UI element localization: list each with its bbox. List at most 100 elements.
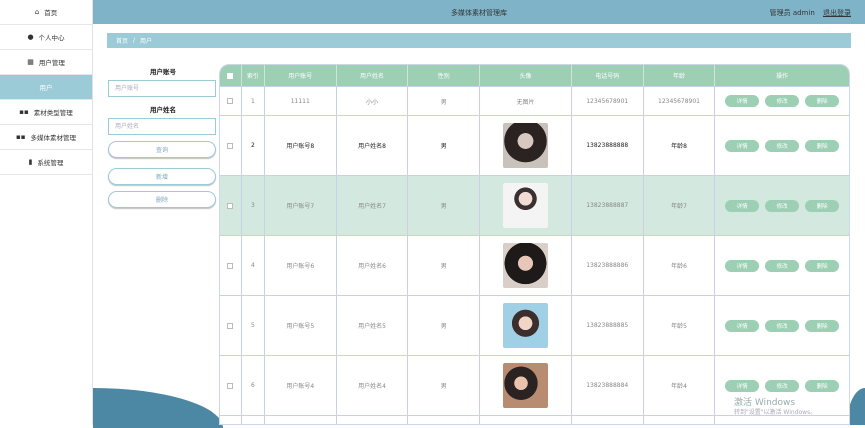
delete-button[interactable]: 删除 xyxy=(805,199,840,212)
detail-button[interactable]: 详情 xyxy=(725,95,760,107)
row-select-cell xyxy=(220,356,242,415)
cell-phone: 13823888887 xyxy=(572,176,644,235)
header-age: 年龄 xyxy=(644,65,716,86)
cell-index: 4 xyxy=(242,236,265,295)
cell-phone: 13823888885 xyxy=(572,296,644,355)
row-checkbox[interactable] xyxy=(227,382,234,389)
cell-index xyxy=(242,416,265,424)
cell-account: 用户账号7 xyxy=(265,176,337,235)
cell-age: 年龄6 xyxy=(644,236,716,295)
sidebar-item-user-management[interactable]: ▦ 用户管理 xyxy=(0,50,92,75)
name-label: 用户姓名 xyxy=(150,106,176,114)
cell-account xyxy=(265,416,337,424)
header-name: 用户姓名 xyxy=(337,65,409,86)
table-row: 3 用户账号7 用户姓名7 男 13823888887 年龄7 详情 修改 删除 xyxy=(220,175,849,235)
cell-actions xyxy=(715,416,849,424)
cell-name: 用户姓名4 xyxy=(337,356,409,415)
sidebar-item-home[interactable]: ⌂ 首页 xyxy=(0,0,92,25)
breadcrumb-separator: / xyxy=(133,37,136,44)
sidebar-item-media-materials[interactable]: ▪▪ 多媒体素材管理 xyxy=(0,125,92,150)
sidebar-item-system[interactable]: ▮ 系统管理 xyxy=(0,150,92,175)
detail-button[interactable]: 详情 xyxy=(725,379,760,392)
sidebar-item-label: 首页 xyxy=(44,9,58,17)
cell-actions: 详情 修改 删除 xyxy=(715,87,849,115)
edit-button[interactable]: 修改 xyxy=(765,319,800,332)
row-select-cell xyxy=(220,416,242,424)
query-button[interactable]: 查询 xyxy=(108,141,216,158)
edit-button[interactable]: 修改 xyxy=(765,199,800,212)
sidebar-item-users[interactable]: 用户 xyxy=(0,75,92,100)
account-label: 用户账号 xyxy=(150,68,176,76)
cell-index: 2 xyxy=(242,116,265,175)
header-index: 索引 xyxy=(242,65,265,86)
row-checkbox[interactable] xyxy=(227,98,234,104)
breadcrumb: 首页 / 用户 xyxy=(107,33,851,48)
row-select-cell xyxy=(220,296,242,355)
row-checkbox[interactable] xyxy=(227,202,234,209)
cell-actions: 详情 修改 删除 xyxy=(715,236,849,295)
cell-account: 用户账号6 xyxy=(265,236,337,295)
cell-name: 小小 xyxy=(337,87,409,115)
delete-button[interactable]: 删除 xyxy=(805,139,840,152)
cell-phone: 13823888888 xyxy=(572,116,644,175)
cell-avatar xyxy=(480,116,572,175)
add-button[interactable]: 新增 xyxy=(108,168,216,185)
table-row: 4 用户账号6 用户姓名6 男 13823888886 年龄6 详情 修改 删除 xyxy=(220,235,849,295)
user-icon: ● xyxy=(27,33,34,41)
sidebar: ⌂ 首页 ● 个人中心 ▦ 用户管理 用户 ▪▪ 素材类型管理 ▪▪ 多媒体素材… xyxy=(0,0,93,425)
header: 多媒体素材管理库 管理员 admin 退出登录 xyxy=(93,0,865,24)
cell-avatar xyxy=(480,176,572,235)
row-checkbox[interactable] xyxy=(227,262,234,269)
row-checkbox[interactable] xyxy=(227,142,234,149)
search-panel: 用户账号 用户姓名 查询 新增 删除 xyxy=(108,66,218,208)
cell-gender: 男 xyxy=(408,116,481,175)
sidebar-item-label: 个人中心 xyxy=(38,34,65,42)
account-search-input[interactable] xyxy=(108,80,216,97)
avatar xyxy=(503,183,548,228)
sidebar-item-profile[interactable]: ● 个人中心 xyxy=(0,25,92,50)
cell-gender: 男 xyxy=(408,296,481,355)
cell-gender: 男 xyxy=(408,236,481,295)
cell-index: 1 xyxy=(242,87,265,115)
sidebar-item-label: 多媒体素材管理 xyxy=(30,134,77,142)
cell-actions: 详情 修改 删除 xyxy=(715,296,849,355)
sidebar-item-material-types[interactable]: ▪▪ 素材类型管理 xyxy=(0,100,92,125)
sidebar-item-label: 系统管理 xyxy=(37,159,64,167)
header-phone: 电话号码 xyxy=(572,65,644,86)
delete-selected-button[interactable]: 删除 xyxy=(108,191,216,208)
cell-avatar: 无图片 xyxy=(480,87,572,115)
cell-account: 用户账号5 xyxy=(265,296,337,355)
detail-button[interactable]: 详情 xyxy=(725,199,760,212)
grid-icon: ▦ xyxy=(27,58,34,66)
cell-age xyxy=(644,416,716,424)
edit-button[interactable]: 修改 xyxy=(765,379,800,392)
row-checkbox[interactable] xyxy=(227,322,234,329)
cell-age: 12345678901 xyxy=(644,87,716,115)
delete-button[interactable]: 删除 xyxy=(805,379,840,392)
detail-button[interactable]: 详情 xyxy=(725,139,760,152)
cell-age: 年龄4 xyxy=(644,356,716,415)
select-all-checkbox[interactable] xyxy=(227,72,234,79)
logout-link[interactable]: 退出登录 xyxy=(823,9,851,17)
header-actions: 操作 xyxy=(776,73,789,80)
table-row: 1 11111 小小 男 无图片 12345678901 12345678901… xyxy=(220,86,849,115)
avatar xyxy=(503,363,548,408)
detail-button[interactable]: 详情 xyxy=(725,259,760,272)
header-account: 用户账号 xyxy=(265,65,337,86)
delete-button[interactable]: 删除 xyxy=(805,319,840,332)
cell-name: 用户姓名6 xyxy=(337,236,409,295)
cell-name: 用户姓名8 xyxy=(337,116,409,175)
cell-phone: 12345678901 xyxy=(572,87,644,115)
cell-name xyxy=(337,416,409,424)
delete-button[interactable]: 删除 xyxy=(805,259,840,272)
edit-button[interactable]: 修改 xyxy=(765,139,800,152)
name-search-input[interactable] xyxy=(108,118,216,135)
windows-activation-subtext: 转到"设置"以激活 Windows。 xyxy=(734,409,817,416)
table-row xyxy=(220,415,849,424)
cell-name: 用户姓名5 xyxy=(337,296,409,355)
edit-button[interactable]: 修改 xyxy=(765,259,800,272)
delete-button[interactable]: 删除 xyxy=(805,95,840,107)
edit-button[interactable]: 修改 xyxy=(765,95,800,107)
breadcrumb-home[interactable]: 首页 xyxy=(116,36,128,45)
detail-button[interactable]: 详情 xyxy=(725,319,760,332)
